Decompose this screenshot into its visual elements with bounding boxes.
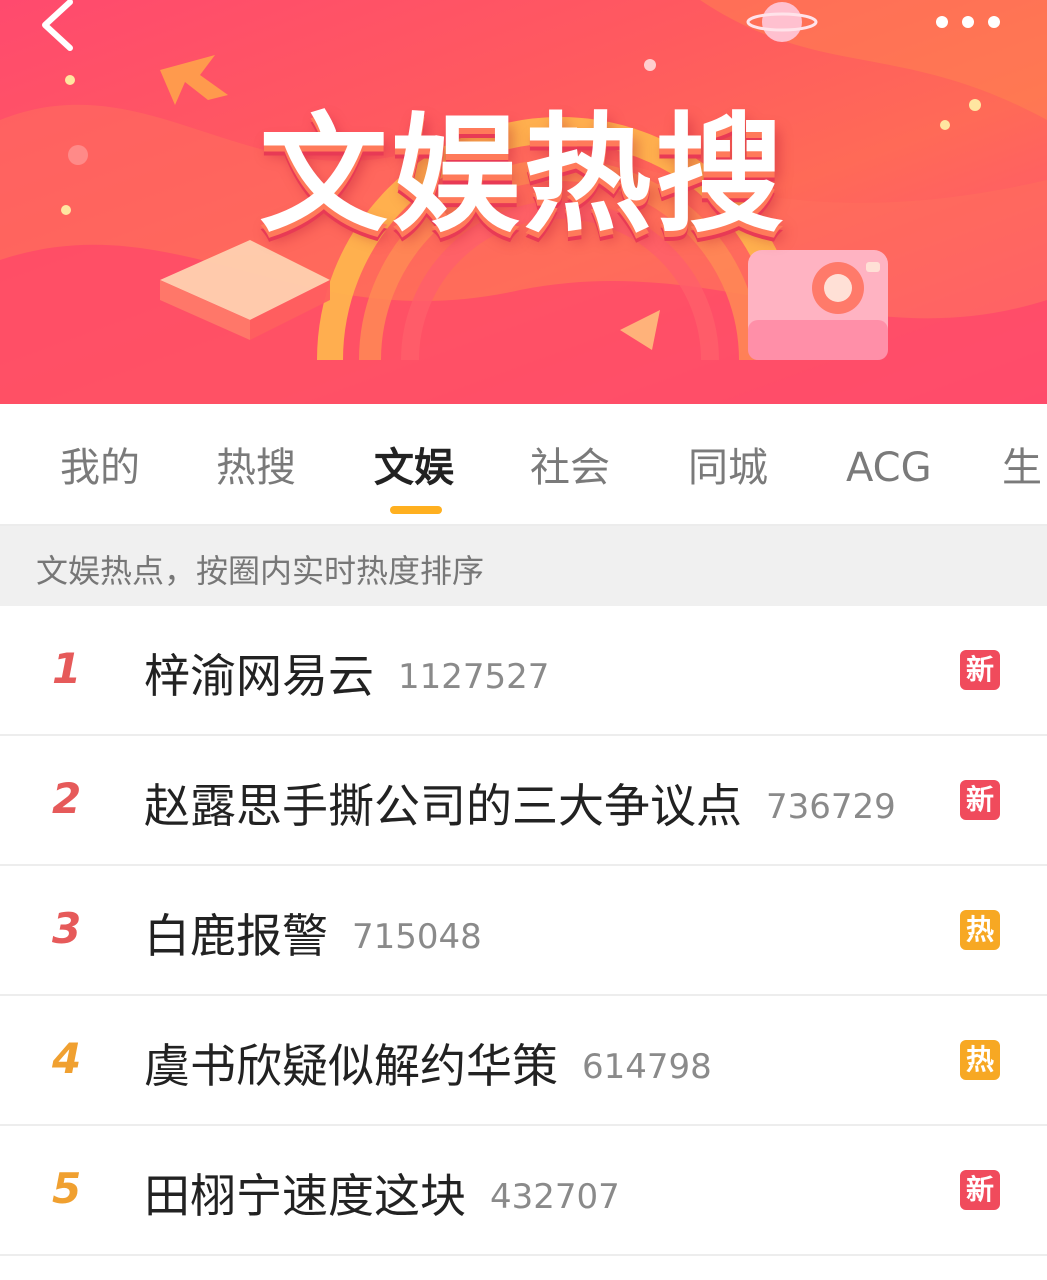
rank-number: 2 [52, 774, 82, 823]
rank-number: 5 [52, 1164, 82, 1213]
list-item[interactable]: 1 梓渝网易云 1127527 新 [0, 606, 1047, 736]
heat-count: 432707 [490, 1177, 620, 1217]
banner-title: 文娱热搜 [259, 101, 788, 250]
new-badge: 新 [960, 780, 1000, 820]
topic-title: 梓渝网易云 [144, 649, 374, 703]
hot-badge: 热 [960, 1040, 1000, 1080]
tab-local[interactable]: 同城 [688, 444, 768, 492]
list-item[interactable]: 5 田栩宁速度这块 432707 新 [0, 1126, 1047, 1256]
new-badge: 新 [960, 1170, 1000, 1210]
topic-title: 白鹿报警 [144, 909, 328, 963]
topic-title-wrap: 梓渝网易云 1127527 [144, 640, 549, 706]
hot-badge: 热 [960, 910, 1000, 950]
rank-number: 3 [52, 904, 82, 953]
heat-count: 715048 [352, 917, 482, 957]
new-badge: 新 [960, 650, 1000, 690]
topic-title-wrap: 赵露思手撕公司的三大争议点 736729 [144, 770, 896, 836]
tab-society[interactable]: 社会 [530, 444, 610, 492]
hot-search-banner: 文娱热搜 [0, 0, 1047, 404]
heat-count: 614798 [582, 1047, 712, 1087]
active-tab-indicator [390, 506, 442, 514]
heat-count: 736729 [766, 787, 896, 827]
list-item[interactable]: 2 赵露思手撕公司的三大争议点 736729 新 [0, 736, 1047, 866]
rank-number: 1 [52, 644, 82, 693]
section-description-text: 文娱热点，按圈内实时热度排序 [36, 552, 485, 590]
tab-life[interactable]: 生 [1002, 444, 1042, 492]
category-tabs: 我的 热搜 文娱 社会 同城 ACG 生 [0, 404, 1047, 526]
section-description: 文娱热点，按圈内实时热度排序 [0, 526, 1047, 606]
tab-acg[interactable]: ACG [846, 444, 932, 492]
heat-count: 1127527 [398, 657, 550, 697]
topic-title: 虞书欣疑似解约华策 [144, 1039, 558, 1093]
tab-hot-search[interactable]: 热搜 [216, 444, 296, 492]
topic-title: 赵露思手撕公司的三大争议点 [144, 779, 742, 833]
topic-title-wrap: 虞书欣疑似解约华策 614798 [144, 1030, 712, 1096]
list-item[interactable]: 3 白鹿报警 715048 热 [0, 866, 1047, 996]
list-item[interactable]: 4 虞书欣疑似解约华策 614798 热 [0, 996, 1047, 1126]
more-options-button[interactable] [928, 8, 1008, 38]
tab-entertainment[interactable]: 文娱 [374, 444, 454, 492]
more-dots-icon [936, 16, 1000, 28]
back-button[interactable] [30, 0, 90, 55]
hot-search-list: 1 梓渝网易云 1127527 新 2 赵露思手撕公司的三大争议点 736729 新… [0, 606, 1047, 1256]
rank-number: 4 [52, 1034, 82, 1083]
topic-title-wrap: 田栩宁速度这块 432707 [144, 1160, 620, 1226]
tab-mine[interactable]: 我的 [60, 444, 140, 492]
topic-title: 田栩宁速度这块 [144, 1169, 466, 1223]
topic-title-wrap: 白鹿报警 715048 [144, 900, 482, 966]
chevron-left-icon [42, 0, 73, 51]
